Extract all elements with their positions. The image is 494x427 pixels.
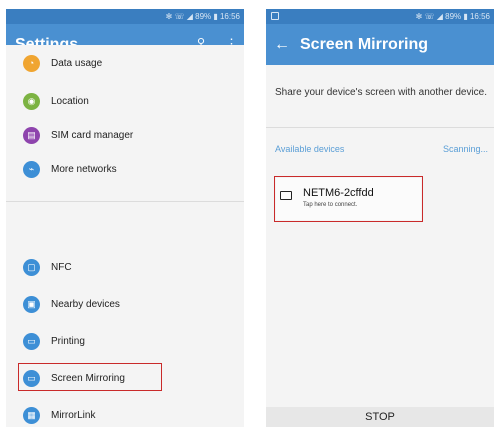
scanning-label: Scanning... [442,144,488,154]
settings-item-nearby-devices[interactable]: ▣ Nearby devices [6,286,244,322]
app-bar: ← Screen Mirroring [266,24,494,65]
settings-item-label: MirrorLink [51,409,96,421]
status-bar: ✻ ☏ ◢ 89% ▮ 16:56 [266,9,494,24]
divider [266,127,494,128]
section-divider [6,201,244,202]
settings-item-nfc[interactable]: ▢ NFC [6,249,244,285]
settings-item-label: SIM card manager [51,129,134,141]
nearby-devices-icon: ▣ [23,295,40,313]
settings-item-location[interactable]: ◉ Location [6,83,244,119]
sim-card-icon: ▤ [23,126,40,144]
status-text: ✻ ☏ ◢ 89% ▮ 16:56 [165,12,240,21]
settings-item-label: Data usage [51,57,103,69]
screen-mirroring-highlight-box [18,363,162,391]
back-arrow-icon[interactable]: ← [274,36,290,54]
printing-icon: ▭ [23,332,40,350]
page-title: Screen Mirroring [300,35,429,53]
settings-item-data-usage[interactable]: ◔ Data usage [6,45,244,81]
status-bar: ✻ ☏ ◢ 89% ▮ 16:56 [6,9,244,24]
settings-item-printing[interactable]: ▭ Printing [6,323,244,359]
device-highlight-box [274,176,423,222]
nfc-icon: ▢ [23,258,40,276]
settings-item-label: Nearby devices [51,298,120,310]
settings-item-sim-card[interactable]: ▤ SIM card manager [6,117,244,153]
settings-item-label: Location [51,95,89,107]
settings-item-networks[interactable]: ⌁ More networks [6,151,244,187]
settings-item-label: NFC [51,261,72,273]
mirrorlink-icon: ▦ [23,406,40,424]
location-icon: ◉ [23,92,40,110]
settings-item-mirrorlink[interactable]: ▦ MirrorLink [6,397,244,427]
status-text: ✻ ☏ ◢ 89% ▮ 16:56 [415,12,490,21]
available-devices-header: Available devices Scanning... [266,144,494,160]
available-devices-label: Available devices [275,144,345,154]
gallery-icon [271,12,279,20]
networks-icon: ⌁ [23,160,40,178]
screen-mirroring-screen: ✻ ☏ ◢ 89% ▮ 16:56 ← Screen Mirroring Sha… [266,9,494,427]
stop-button[interactable]: STOP [266,407,494,427]
settings-screen: ✻ ☏ ◢ 89% ▮ 16:56 Settings ⚲ ⋮ ◔ Data usa… [6,9,244,427]
description-text: Share your device's screen with another … [275,87,488,98]
data-usage-icon: ◔ [23,54,40,72]
settings-item-label: More networks [51,163,117,175]
settings-item-label: Printing [51,335,85,347]
